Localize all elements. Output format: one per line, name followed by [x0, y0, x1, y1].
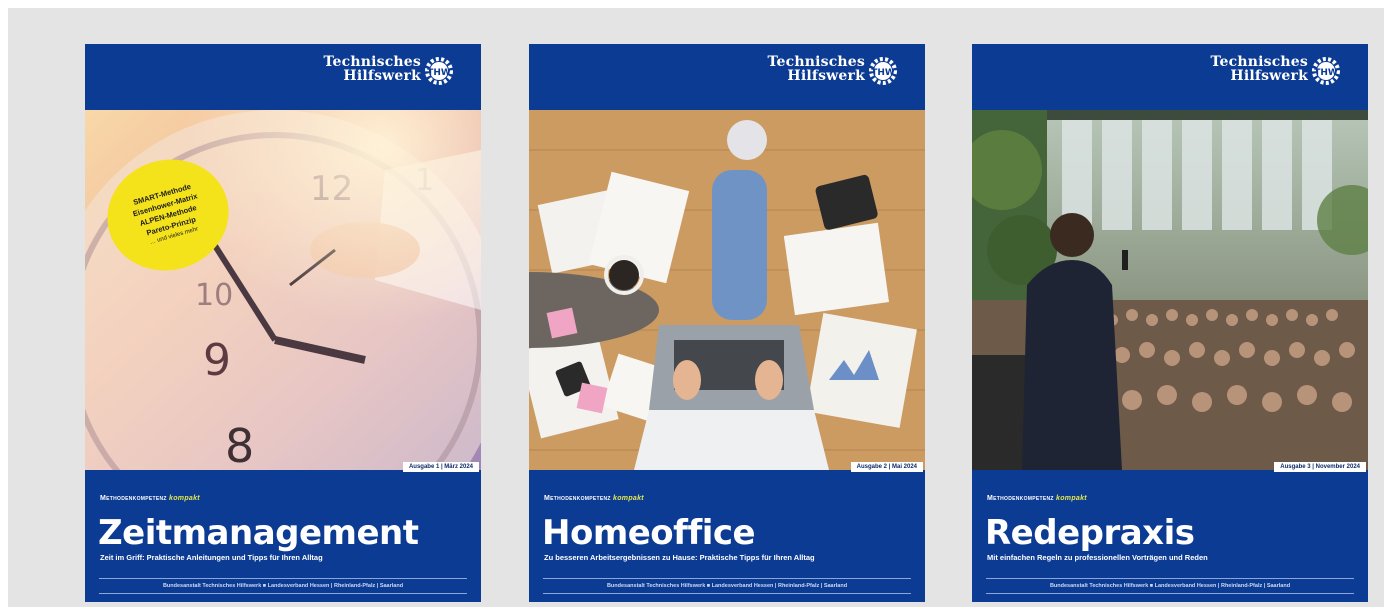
- svg-text:THW: THW: [427, 68, 451, 78]
- divider: [543, 578, 911, 579]
- divider: [543, 593, 911, 594]
- svg-text:THW: THW: [871, 68, 895, 78]
- cover-title: Redepraxis: [985, 513, 1195, 553]
- series-label: Methodenkompetenz kompakt: [100, 495, 200, 502]
- brochure-cover-redepraxis[interactable]: Technisches Hilfswerk THW Ausgabe 3 | No…: [972, 44, 1368, 602]
- speaker-audience-photo: [972, 110, 1368, 470]
- issue-label: Ausgabe 3 | November 2024: [1274, 462, 1366, 472]
- thw-gear-logo-icon: THW: [869, 57, 897, 85]
- issue-label: Ausgabe 2 | Mai 2024: [850, 462, 923, 472]
- svg-text:THW: THW: [1314, 68, 1338, 78]
- cover-header: Technisches Hilfswerk THW: [85, 44, 481, 110]
- series-label: Methodenkompetenz kompakt: [544, 495, 644, 502]
- cover-subtitle: Zeit im Griff: Praktische Anleitungen un…: [100, 553, 323, 562]
- cover-header: Technisches Hilfswerk THW: [529, 44, 925, 110]
- divider: [986, 578, 1354, 579]
- homeoffice-laptop-photo: [529, 110, 925, 470]
- thw-gear-logo-icon: THW: [1312, 57, 1340, 85]
- brochure-cover-homeoffice[interactable]: Technisches Hilfswerk THW Ausgabe 2 | Ma…: [529, 44, 925, 602]
- cover-header: Technisches Hilfswerk THW: [972, 44, 1368, 110]
- publisher-footer: Bundesanstalt Technisches Hilfswerk ■ La…: [606, 583, 848, 589]
- thw-wordmark: Technisches Hilfswerk: [1210, 54, 1308, 84]
- cover-title: Zeitmanagement: [98, 513, 419, 553]
- divider: [986, 593, 1354, 594]
- thw-wordmark: Technisches Hilfswerk: [767, 54, 865, 84]
- cover-subtitle: Zu besseren Arbeitsergebnissen zu Hause:…: [544, 553, 815, 562]
- publisher-footer: Bundesanstalt Technisches Hilfswerk ■ La…: [1049, 583, 1291, 589]
- brochure-cover-zeitmanagement[interactable]: Technisches Hilfswerk THW SMART-Methode …: [85, 44, 481, 602]
- cover-title: Homeoffice: [542, 513, 756, 553]
- thw-wordmark: Technisches Hilfswerk: [323, 54, 421, 84]
- divider: [99, 578, 467, 579]
- divider: [99, 593, 467, 594]
- series-label: Methodenkompetenz kompakt: [987, 495, 1087, 502]
- issue-label: Ausgabe 1 | März 2024: [402, 462, 479, 472]
- brochure-gallery: Technisches Hilfswerk THW SMART-Methode …: [8, 8, 1384, 607]
- thw-gear-logo-icon: THW: [425, 57, 453, 85]
- publisher-footer: Bundesanstalt Technisches Hilfswerk ■ La…: [162, 583, 404, 589]
- cover-subtitle: Mit einfachen Regeln zu professionellen …: [987, 553, 1208, 562]
